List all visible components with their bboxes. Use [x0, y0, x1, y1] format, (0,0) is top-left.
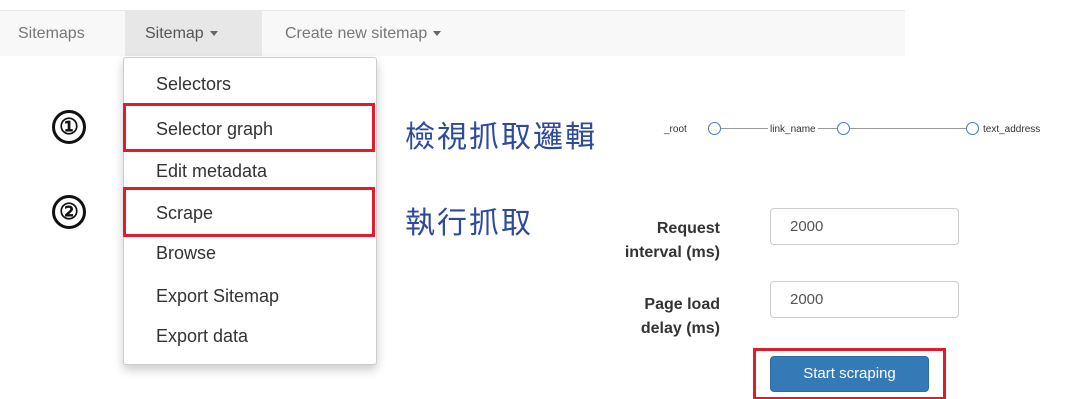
- request-interval-input[interactable]: [770, 208, 959, 245]
- page-load-delay-label: Page load delay (ms): [590, 293, 720, 341]
- caret-down-icon: [209, 31, 218, 37]
- graph-node-link-name[interactable]: [837, 122, 850, 135]
- nav-sitemaps-label: Sitemaps: [18, 25, 85, 42]
- request-interval-label-line2: interval (ms): [624, 244, 720, 261]
- page-load-label-line1: Page load: [644, 296, 720, 313]
- caret-down-icon: [433, 31, 442, 37]
- menu-item-selectors[interactable]: Selectors: [156, 72, 231, 96]
- highlight-selector-graph: [123, 103, 375, 152]
- nav-create-label: Create new sitemap: [285, 25, 428, 42]
- graph-node-label-root: _root: [664, 124, 687, 135]
- menu-item-edit-metadata[interactable]: Edit metadata: [156, 159, 267, 183]
- menu-item-export-sitemap[interactable]: Export Sitemap: [156, 284, 279, 308]
- graph-edge: [850, 128, 966, 129]
- nav-sitemaps[interactable]: Sitemaps: [18, 11, 85, 56]
- graph-node-label-link-name: link_name: [768, 123, 818, 137]
- page-load-delay-input[interactable]: [770, 281, 959, 318]
- highlight-scrape: [123, 187, 375, 237]
- step-1-note: 檢視抓取邏輯: [405, 120, 597, 155]
- menu-item-browse[interactable]: Browse: [156, 241, 216, 265]
- nav-sitemap-label: Sitemap: [145, 25, 204, 42]
- nav-sitemap-dropdown[interactable]: Sitemap: [125, 11, 262, 56]
- request-interval-label: Request interval (ms): [590, 217, 720, 265]
- navbar: Sitemaps Sitemap Create new sitemap: [0, 10, 905, 56]
- step-2-note: 執行抓取: [405, 206, 533, 241]
- graph-node-text-address[interactable]: [966, 122, 979, 135]
- highlight-start-scraping: [753, 348, 946, 399]
- step-2-marker: ②: [52, 195, 86, 229]
- graph-node-root[interactable]: [708, 122, 721, 135]
- step-1-marker: ①: [52, 110, 86, 144]
- request-interval-label-line1: Request: [656, 220, 720, 237]
- nav-create-sitemap-dropdown[interactable]: Create new sitemap: [285, 11, 442, 56]
- menu-item-export-data[interactable]: Export data: [156, 324, 248, 348]
- page-load-label-line2: delay (ms): [640, 320, 720, 337]
- graph-node-label-text-address: text_address: [983, 124, 1041, 135]
